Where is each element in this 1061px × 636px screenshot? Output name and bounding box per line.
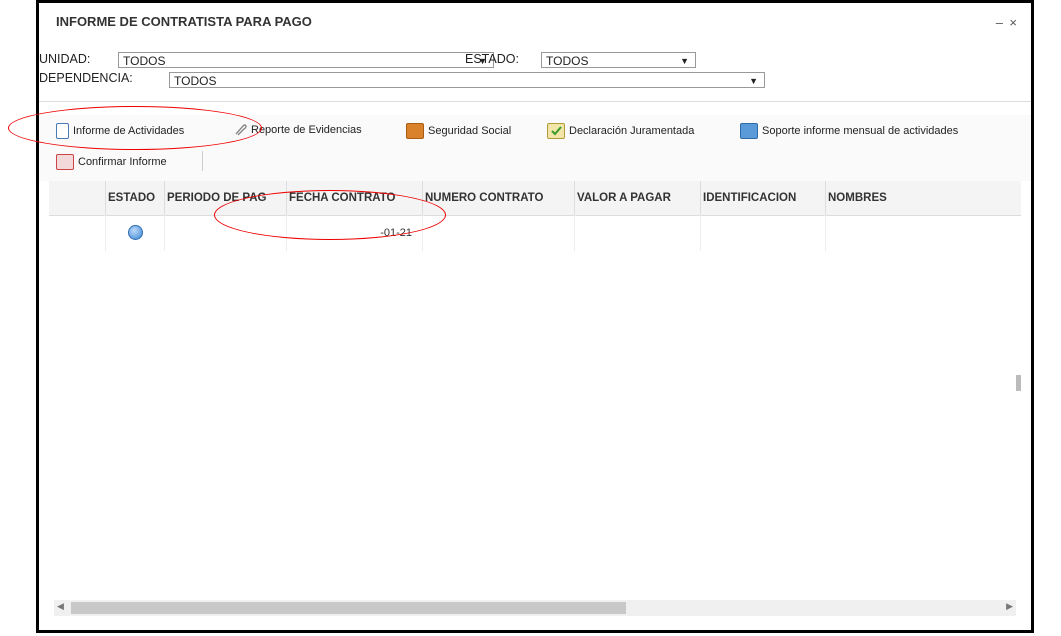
soporte-informe-label: Soporte informe mensual de actividades: [762, 125, 959, 137]
reporte-evidencias-label: Reporte de Evidencias: [251, 124, 362, 136]
toolbar-divider: [202, 151, 203, 171]
column-valor-pagar[interactable]: VALOR A PAGAR: [575, 181, 701, 215]
estado-value: TODOS: [546, 54, 589, 68]
edit-form-icon: [56, 154, 74, 170]
dependencia-value: TODOS: [174, 74, 217, 88]
document-icon: [56, 123, 69, 139]
cell-nombres: [826, 215, 1026, 251]
grid-header: ESTADO PERIODO DE PAG FECHA CONTRATO NUM…: [49, 181, 1021, 216]
seguridad-social-label: Seguridad Social: [428, 125, 512, 137]
cell-periodo: [165, 215, 287, 251]
column-identificacion[interactable]: IDENTIFICACION: [701, 181, 826, 215]
table-row[interactable]: -01-21: [49, 215, 1021, 251]
horizontal-scrollbar-thumb[interactable]: [71, 602, 626, 614]
confirmar-informe-label: Confirmar Informe: [78, 156, 167, 168]
unidad-select[interactable]: TODOS ▼: [118, 52, 494, 68]
reporte-evidencias-button[interactable]: Reporte de Evidencias: [233, 123, 362, 137]
chevron-down-icon: ▼: [749, 76, 758, 86]
column-fecha-contrato[interactable]: FECHA CONTRATO: [287, 181, 423, 215]
window-frame: INFORME DE CONTRATISTA PARA PAGO – × UNI…: [36, 0, 1034, 633]
dependencia-select[interactable]: TODOS ▼: [169, 72, 765, 88]
minimize-button[interactable]: –: [996, 15, 1003, 30]
filter-panel: UNIDAD: TODOS ▼ ESTADO: TODOS ▼ DEPENDEN…: [39, 48, 1031, 98]
cell-rownum: [49, 215, 106, 251]
column-estado[interactable]: ESTADO: [106, 181, 165, 215]
confirmar-informe-button[interactable]: Confirmar Informe: [56, 154, 167, 170]
estado-label: ESTADO:: [465, 52, 519, 66]
cell-valor-pagar: [575, 215, 701, 251]
informe-actividades-label: Informe de Actividades: [73, 125, 185, 137]
window-titlebar: INFORME DE CONTRATISTA PARA PAGO – ×: [39, 3, 1031, 43]
fecha-contrato-value: -01-21: [380, 227, 412, 239]
dependencia-label: DEPENDENCIA:: [39, 71, 133, 85]
cell-identificacion: [701, 215, 826, 251]
window-title: INFORME DE CONTRATISTA PARA PAGO: [56, 14, 312, 29]
declaracion-juramentada-label: Declaración Juramentada: [569, 125, 695, 137]
chevron-down-icon: ▼: [680, 56, 689, 66]
cell-estado: [106, 215, 165, 251]
close-button[interactable]: ×: [1009, 15, 1017, 30]
unidad-value: TODOS: [123, 54, 166, 68]
column-rownum: [49, 181, 106, 215]
paperclip-icon: [233, 123, 247, 137]
vertical-scrollbar-thumb[interactable]: [1016, 375, 1021, 391]
column-nombres[interactable]: NOMBRES: [826, 181, 1026, 215]
estado-select[interactable]: TODOS ▼: [541, 52, 696, 68]
cell-fecha-contrato: -01-21: [287, 215, 423, 251]
informe-actividades-button[interactable]: Informe de Actividades: [56, 123, 184, 139]
scroll-right-icon[interactable]: ▶: [1006, 601, 1013, 612]
checked-document-icon: [547, 123, 565, 139]
declaracion-juramentada-button[interactable]: Declaración Juramentada: [547, 123, 694, 139]
cell-numero-contrato: [423, 215, 575, 251]
folder-icon: [406, 123, 424, 139]
unidad-label: UNIDAD:: [39, 52, 91, 66]
column-periodo[interactable]: PERIODO DE PAG: [165, 181, 287, 215]
horizontal-scrollbar[interactable]: ◀ ▶: [54, 600, 1016, 616]
scroll-left-icon[interactable]: ◀: [57, 601, 64, 612]
book-icon: [740, 123, 758, 139]
divider: [39, 101, 1031, 102]
status-circle-icon: [128, 225, 143, 240]
seguridad-social-button[interactable]: Seguridad Social: [406, 123, 511, 139]
soporte-informe-button[interactable]: Soporte informe mensual de actividades: [740, 123, 958, 139]
column-numero-contrato[interactable]: NUMERO CONTRATO: [423, 181, 575, 215]
